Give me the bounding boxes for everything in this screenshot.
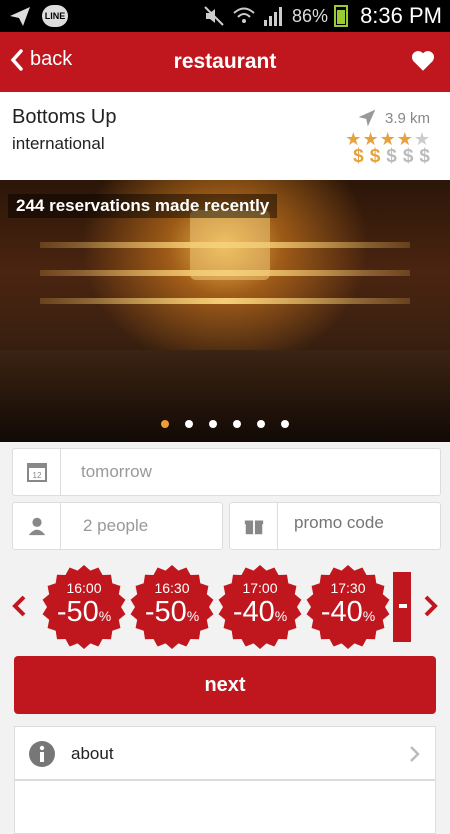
slot-discount-unit: % (362, 608, 376, 624)
restaurant-category: international (12, 134, 105, 153)
next-list-row[interactable] (14, 780, 436, 834)
page-title: restaurant (173, 50, 277, 73)
time-slot-badge[interactable]: 16:00 -50% (41, 564, 127, 650)
dollar-filled-icon: $ (353, 146, 364, 167)
battery-icon (334, 5, 349, 27)
slot-discount: -50% (41, 596, 127, 629)
mute-icon (204, 6, 224, 26)
chevron-right-icon[interactable] (420, 594, 440, 618)
promo-code-input[interactable] (294, 513, 434, 533)
promo-code-field[interactable] (229, 502, 441, 550)
app-header: back restaurant (0, 32, 450, 92)
slot-time: 17:00 (242, 580, 278, 596)
chevron-left-icon[interactable] (10, 594, 30, 618)
time-slot-carousel: 16:00 -50% 16:30 -50% 17:00 -40% 17:30 -40% (0, 560, 450, 652)
slot-discount-unit: % (274, 608, 288, 624)
status-bar: LINE 86% 8:36 PM (0, 0, 450, 32)
slot-discount-value: -40 (232, 596, 275, 628)
carousel-dot[interactable] (257, 420, 265, 428)
restaurant-photo-carousel[interactable]: 244 reservations made recently (0, 180, 450, 442)
wifi-icon (233, 7, 255, 23)
carousel-dot[interactable] (161, 420, 169, 428)
slot-discount-unit: % (186, 608, 200, 624)
reservations-banner: 244 reservations made recently (8, 194, 278, 218)
carousel-dot[interactable] (209, 420, 217, 428)
dollar-empty-icon: $ (402, 146, 414, 167)
time-slot-badge[interactable]: 16:30 -50% (129, 564, 215, 650)
calendar-icon: 12 (26, 463, 47, 482)
slot-discount-value: -40 (320, 596, 363, 628)
restaurant-name: Bottoms Up (12, 106, 117, 128)
info-icon (29, 741, 55, 767)
dollar-filled-icon: $ (369, 146, 381, 167)
slot-time: 16:00 (66, 580, 102, 596)
carousel-dot[interactable] (233, 420, 241, 428)
slot-discount-value: -50 (144, 596, 187, 628)
slot-discount: -50% (129, 596, 215, 629)
chevron-right-icon (410, 746, 420, 762)
date-field[interactable]: 12 tomorrow (12, 448, 441, 496)
dollar-empty-icon: $ (386, 146, 397, 167)
slot-time: 17:30 (330, 580, 366, 596)
time-slot-badge[interactable]: 17:30 -40% (305, 564, 391, 650)
time-slot-badge[interactable]: 17:00 -40% (217, 564, 303, 650)
send-icon (10, 7, 30, 26)
slot-time: 16:30 (154, 580, 190, 596)
gift-icon (244, 520, 263, 535)
location-arrow-icon (358, 109, 376, 127)
next-button[interactable]: next (14, 656, 436, 714)
svg-text:12: 12 (32, 471, 41, 480)
carousel-dot[interactable] (281, 420, 289, 428)
person-icon (28, 517, 45, 536)
partial-slot-badge (393, 572, 411, 642)
carousel-dot[interactable] (185, 420, 193, 428)
restaurant-info: Bottoms Up international 3.9 km ★ ★ ★ ★ ★ $ $… (0, 92, 450, 180)
battery-percent: 86% (292, 5, 329, 26)
heart-icon[interactable] (410, 48, 436, 74)
signal-icon (264, 7, 283, 26)
people-field[interactable]: 2 people (12, 502, 223, 550)
about-label: about (71, 744, 114, 763)
carousel-page-indicator (0, 420, 450, 428)
about-row[interactable]: about (14, 726, 436, 780)
slot-discount: -40% (217, 596, 303, 629)
slot-discount-unit: % (98, 608, 112, 624)
slot-discount-value: -50 (56, 596, 99, 628)
price-level: $ $ $ $ $ (353, 146, 430, 168)
slot-discount: -40% (305, 596, 391, 629)
distance: 3.9 km (357, 108, 430, 128)
people-value: 2 people (83, 516, 149, 535)
clock: 8:36 PM (360, 3, 442, 28)
dollar-empty-icon: $ (419, 146, 430, 167)
date-value: tomorrow (81, 462, 152, 481)
distance-value: 3.9 km (384, 109, 430, 127)
line-app-icon: LINE (42, 5, 68, 27)
